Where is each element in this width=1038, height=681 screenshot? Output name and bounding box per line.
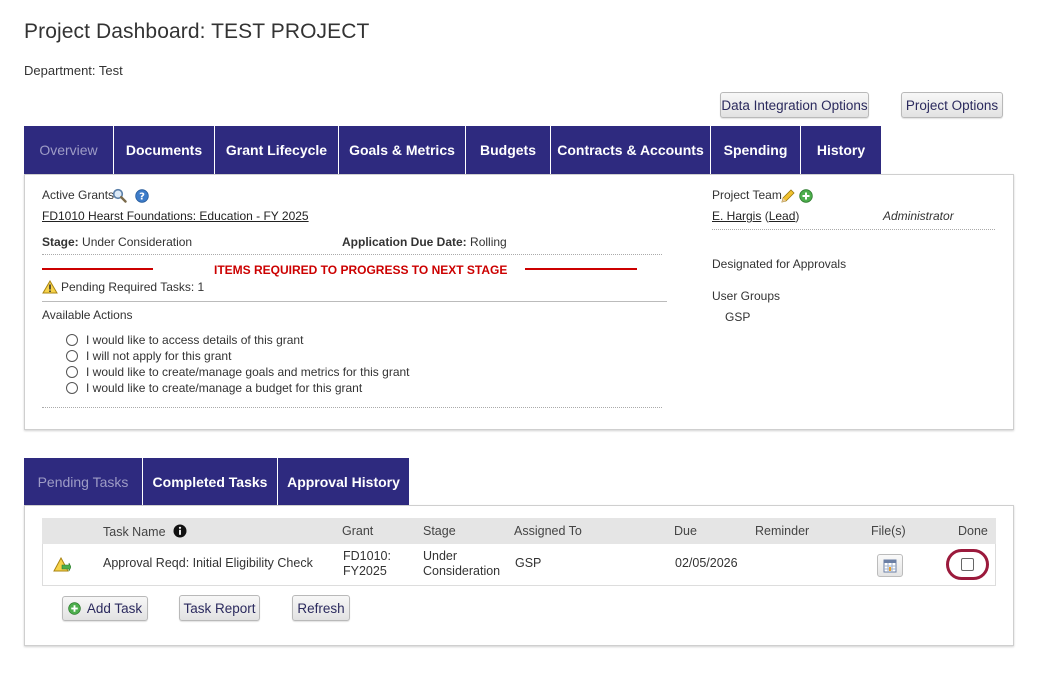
tab-spending[interactable]: Spending [711,126,801,174]
task-name[interactable]: Approval Reqd: Initial Eligibility Check [103,556,313,570]
spreadsheet-icon [883,559,897,572]
pencil-icon[interactable] [780,188,796,209]
add-icon[interactable] [799,189,813,208]
task-assigned-to: GSP [515,556,542,570]
user-groups-label: User Groups [712,289,781,303]
main-tab-bar: Overview Documents Grant Lifecycle Goals… [24,126,881,174]
radio-button[interactable] [66,366,78,378]
action-label: I will not apply for this grant [86,349,232,363]
pending-required-tasks: Pending Required Tasks: 1 [61,280,205,294]
designated-approvals-label: Designated for Approvals [712,257,847,271]
divider [42,254,662,255]
done-checkbox-highlight [946,549,989,580]
project-team-label: Project Team [712,188,782,202]
svg-text:?: ? [139,192,145,203]
radio-button[interactable] [66,334,78,346]
team-member-role: Administrator [883,209,954,223]
divider [712,229,995,230]
action-label: I would like to access details of this g… [86,333,304,347]
user-group-value: GSP [725,310,751,324]
header-files: File(s) [871,524,906,538]
due-date-info: Application Due Date: Rolling [342,235,507,249]
tab-overview[interactable]: Overview [24,126,114,174]
divider [42,407,662,408]
tab-grant-lifecycle[interactable]: Grant Lifecycle [215,126,339,174]
team-member-lead-link[interactable]: Lead [769,209,796,223]
due-date-label: Application Due Date: [342,235,467,249]
action-label: I would like to create/manage a budget f… [86,381,363,395]
due-date-value: Rolling [470,235,507,249]
tab-pending-tasks[interactable]: Pending Tasks [24,458,143,506]
files-button[interactable] [877,554,903,577]
action-option[interactable]: I will not apply for this grant [66,349,231,363]
header-grant[interactable]: Grant [342,524,373,538]
task-stage: Under Consideration [423,549,501,578]
tab-goals-metrics[interactable]: Goals & Metrics [339,126,466,174]
header-done: Done [958,524,988,538]
grant-link[interactable]: FD1010 Hearst Foundations: Education - F… [42,209,309,223]
active-grants-label: Active Grants [42,188,115,202]
header-task-name: Task Name [103,524,187,539]
add-icon [68,602,81,615]
data-integration-options-button[interactable]: Data Integration Options [720,92,869,118]
red-rule-right [525,268,637,270]
header-stage[interactable]: Stage [423,524,456,538]
help-icon[interactable]: ? [135,189,149,208]
tab-budgets[interactable]: Budgets [466,126,551,174]
radio-button[interactable] [66,350,78,362]
task-tab-bar: Pending Tasks Completed Tasks Approval H… [24,458,409,506]
add-task-label: Add Task [86,601,143,616]
team-member-name[interactable]: E. Hargis [712,209,761,223]
header-reminder[interactable]: Reminder [755,524,809,538]
stage-label: Stage: [42,235,79,249]
add-task-button[interactable]: Add Task [62,596,148,621]
divider [42,301,667,302]
tab-history[interactable]: History [801,126,881,174]
items-required-heading: ITEMS REQUIRED TO PROGRESS TO NEXT STAGE [214,263,508,277]
tab-approval-history[interactable]: Approval History [278,458,409,506]
department-label: Department: Test [24,63,123,78]
header-assigned-to[interactable]: Assigned To [514,524,582,538]
project-options-button[interactable]: Project Options [901,92,1003,118]
header-due[interactable]: Due [674,524,697,538]
done-checkbox[interactable] [961,558,974,571]
action-option[interactable]: I would like to create/manage a budget f… [66,381,362,395]
action-label: I would like to create/manage goals and … [86,365,410,379]
search-icon[interactable] [112,188,127,208]
team-member: E. Hargis (Lead) [712,209,800,223]
red-rule-left [42,268,153,270]
task-table-header: Task Name Grant Stage Assigned To Due Re… [42,518,996,544]
info-icon[interactable] [173,524,187,538]
tab-completed-tasks[interactable]: Completed Tasks [143,458,278,506]
tab-contracts-accounts[interactable]: Contracts & Accounts [551,126,711,174]
stage-value: Under Consideration [82,235,193,249]
warning-icon [42,280,58,299]
task-due-date: 02/05/2026 [675,556,738,570]
task-report-button[interactable]: Task Report [179,595,260,621]
radio-button[interactable] [66,382,78,394]
available-actions-label: Available Actions [42,308,133,322]
action-option[interactable]: I would like to create/manage goals and … [66,365,410,379]
refresh-button[interactable]: Refresh [292,595,350,621]
action-option[interactable]: I would like to access details of this g… [66,333,303,347]
approval-warning-icon [53,556,72,578]
table-row[interactable]: Approval Reqd: Initial Eligibility Check… [42,544,996,586]
task-grant: FD1010: FY2025 [343,549,391,578]
stage-info: Stage: Under Consideration [42,235,192,249]
page-title: Project Dashboard: TEST PROJECT [24,20,370,43]
tab-documents[interactable]: Documents [114,126,215,174]
